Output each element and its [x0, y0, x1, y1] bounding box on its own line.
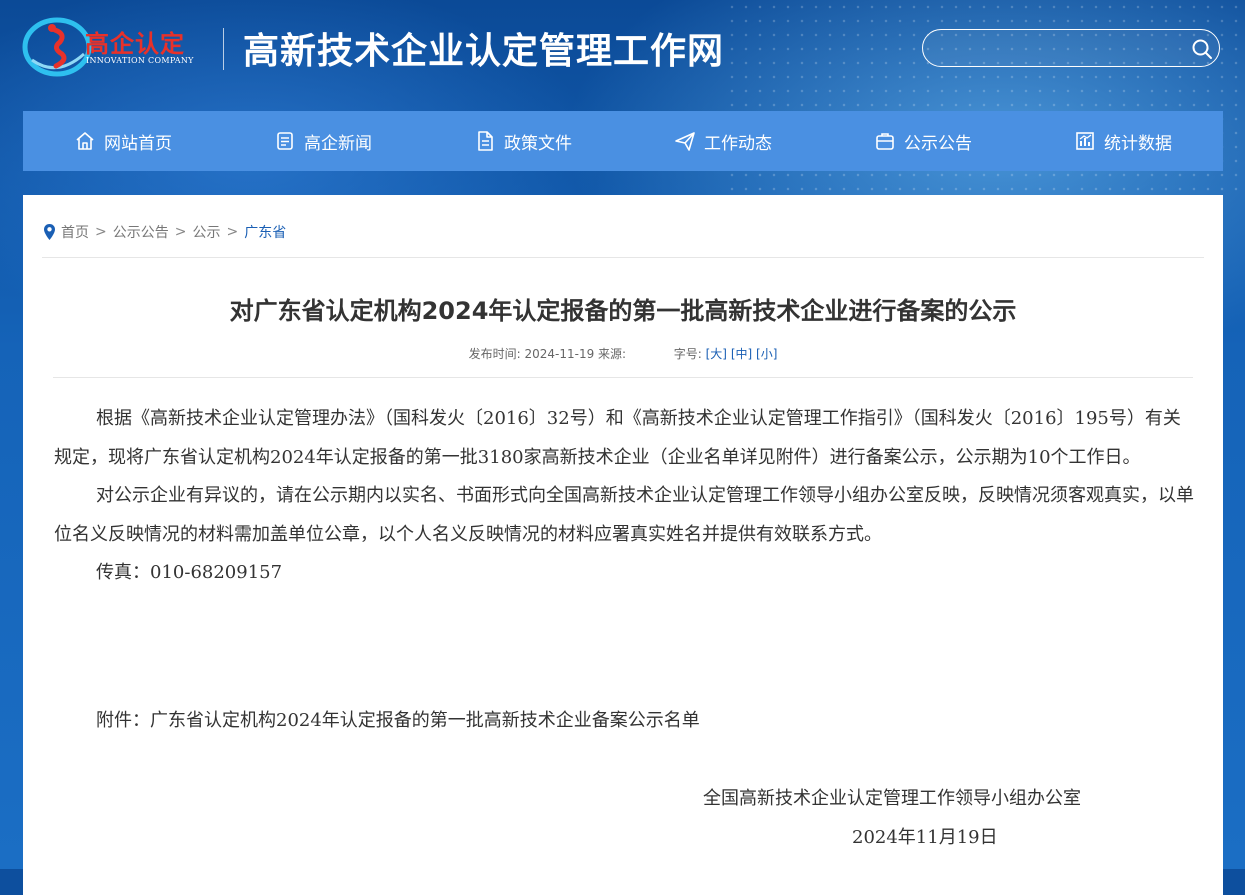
- breadcrumb-separator: >: [95, 224, 107, 240]
- main-nav: 网站首页 高企新闻 政策文件 工作动态 公示公告 统计数据: [23, 111, 1223, 171]
- logo-subtitle: INNOVATION COMPANY: [86, 56, 194, 65]
- font-size-large[interactable]: [大]: [706, 347, 727, 361]
- signature-date: 2024年11月19日: [852, 827, 998, 848]
- nav-label: 高企新闻: [304, 133, 372, 154]
- article-body: 根据《高新技术企业认定管理办法》（国科发火〔2016〕32号）和《高新技术企业认…: [54, 400, 1194, 593]
- article-meta: 发布时间: 2024-11-19 来源: 字号: [大] [中] [小]: [23, 345, 1223, 362]
- article-title: 对广东省认定机构2024年认定报备的第一批高新技术企业进行备案的公示: [229, 297, 1017, 325]
- divider: [42, 257, 1204, 258]
- signature: 全国高新技术企业认定管理工作领导小组办公室: [703, 788, 1081, 809]
- source-label: 来源:: [598, 347, 627, 361]
- article-paragraph: 对公示企业有异议的，请在公示期内以实名、书面形式向全国高新技术企业认定管理工作领…: [54, 485, 1194, 545]
- nav-label: 统计数据: [1104, 133, 1172, 154]
- news-icon: [277, 132, 293, 150]
- nav-label: 工作动态: [704, 133, 772, 154]
- font-size-small[interactable]: [小]: [756, 347, 777, 361]
- nav-label: 网站首页: [104, 133, 172, 154]
- breadcrumb-separator: >: [226, 224, 239, 240]
- breadcrumb-current[interactable]: 广东省: [244, 225, 286, 241]
- nav-item-stats[interactable]: 统计数据: [1023, 111, 1223, 171]
- font-size-medium[interactable]: [中]: [731, 347, 752, 361]
- breadcrumb: 首页 > 公示公告 > 公示 > 广东省: [43, 222, 286, 242]
- breadcrumb-notice[interactable]: 公示公告: [113, 225, 169, 241]
- breadcrumb-separator: >: [174, 224, 187, 240]
- header-divider: [223, 28, 224, 70]
- breadcrumb-public[interactable]: 公示: [192, 225, 220, 241]
- search-icon[interactable]: [1191, 38, 1213, 60]
- nav-item-work[interactable]: 工作动态: [623, 111, 823, 171]
- search-box: [922, 29, 1220, 67]
- nav-item-news[interactable]: 高企新闻: [223, 111, 423, 171]
- document-icon: [478, 131, 493, 151]
- divider: [53, 377, 1193, 378]
- notice-icon: [876, 133, 894, 150]
- attachment-link[interactable]: 附件：广东省认定机构2024年认定报备的第一批高新技术企业备案公示名单: [96, 706, 700, 732]
- home-icon: [76, 132, 94, 150]
- nav-item-policy[interactable]: 政策文件: [423, 111, 623, 171]
- logo-emblem-icon: [22, 17, 92, 77]
- chart-icon: [1076, 132, 1094, 150]
- search-input[interactable]: [939, 36, 1183, 62]
- nav-item-home[interactable]: 网站首页: [23, 111, 223, 171]
- send-icon: [675, 132, 695, 151]
- location-pin-icon: [44, 224, 55, 240]
- font-size-label: 字号:: [673, 347, 702, 361]
- breadcrumb-home[interactable]: 首页: [61, 225, 89, 241]
- nav-item-notice[interactable]: 公示公告: [823, 111, 1023, 171]
- nav-label: 政策文件: [504, 133, 572, 154]
- nav-label: 公示公告: [904, 133, 972, 154]
- publish-date: 2024-11-19: [524, 347, 595, 361]
- content-panel: 首页 > 公示公告 > 公示 > 广东省 对广东省认定机构2024年认定报备的第一批高新技术…: [23, 195, 1223, 895]
- article-paragraph: 根据《高新技术企业认定管理办法》（国科发火〔2016〕32号）和《高新技术企业认…: [54, 408, 1181, 468]
- fax-line: 传真：010-68209157: [96, 562, 283, 583]
- publish-label: 发布时间:: [468, 347, 521, 361]
- logo-text: 高企认定: [85, 29, 185, 58]
- site-title: 高新技术企业认定管理工作网: [243, 30, 725, 72]
